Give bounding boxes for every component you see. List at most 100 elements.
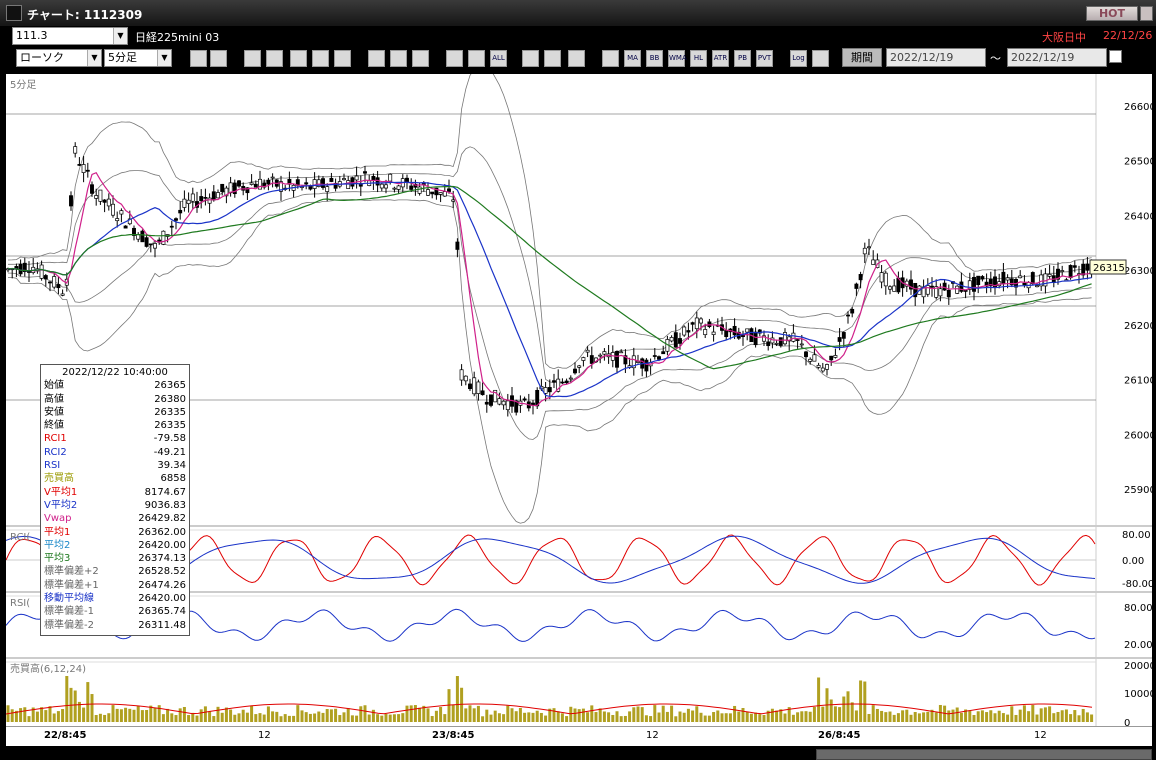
draw-line-icon[interactable]: [368, 50, 385, 67]
volume-bar: [350, 715, 354, 722]
wma-icon[interactable]: WMA: [668, 50, 687, 67]
volume-bar: [250, 705, 254, 722]
volume-bar: [972, 714, 976, 722]
info-value: -79.58: [153, 433, 186, 445]
candle-body: [946, 289, 951, 298]
info-row: 標準偏差+2 26528.52: [44, 565, 186, 578]
volume-bar: [367, 714, 371, 722]
volume-bar: [300, 710, 304, 722]
price-tick-label: 26100: [1124, 376, 1152, 387]
candle-body: [867, 246, 871, 249]
volume-bar: [640, 707, 644, 722]
grid-icon[interactable]: [602, 50, 619, 67]
volume-bar: [1001, 713, 1005, 722]
candle-body: [871, 259, 876, 265]
volume-bar: [208, 711, 212, 722]
info-value: 26365.74: [138, 606, 186, 618]
volume-bar: [140, 710, 144, 722]
hl-icon[interactable]: HL: [690, 50, 707, 67]
magnify-icon[interactable]: [266, 50, 283, 67]
bar-left-icon[interactable]: [446, 50, 463, 67]
interval-select[interactable]: 5分足 ▼: [104, 49, 172, 67]
chevron-down-icon[interactable]: ▼: [113, 28, 127, 44]
period-button[interactable]: 期間: [842, 48, 882, 67]
info-row: RCI2 -49.21: [44, 446, 186, 459]
volume-bar: [229, 709, 233, 722]
info-value: 8174.67: [144, 486, 186, 498]
bb-icon[interactable]: BB: [646, 50, 663, 67]
info-label: 標準偏差+2: [44, 566, 99, 578]
palette-icon[interactable]: [568, 50, 585, 67]
volume-bar: [560, 713, 564, 722]
alert-icon[interactable]: [312, 50, 329, 67]
volume-bar: [405, 705, 409, 722]
volume-bar: [187, 715, 191, 722]
candle-body: [451, 199, 456, 202]
close-button[interactable]: [1140, 6, 1153, 21]
volume-bar: [602, 711, 606, 722]
volume-bar: [770, 708, 774, 722]
volume-bar: [161, 714, 165, 722]
candle-body: [442, 191, 447, 197]
chevron-down-icon[interactable]: ▼: [157, 50, 171, 66]
volume-bar: [623, 715, 627, 722]
volume-bar: [485, 709, 489, 722]
hot-button[interactable]: HOT: [1086, 6, 1138, 21]
chart-icon[interactable]: [290, 50, 307, 67]
info-label: 標準偏差-2: [44, 619, 94, 631]
candle-body: [60, 293, 65, 296]
search-icon[interactable]: [190, 50, 207, 67]
end-date-checkbox[interactable]: [1109, 50, 1122, 63]
candle-body: [312, 179, 317, 189]
candle-body: [560, 381, 565, 384]
chart-type-select[interactable]: ローソク ▼: [16, 49, 102, 67]
date-from-field[interactable]: 2022/12/19: [886, 48, 986, 67]
candle-body: [854, 283, 859, 289]
candle-body: [703, 329, 708, 336]
candle-body: [602, 351, 607, 355]
rci-tick-label: 0.00: [1122, 556, 1144, 567]
volume-bar: [800, 711, 804, 722]
log-icon[interactable]: Log: [790, 50, 807, 67]
scrollbar-thumb[interactable]: [816, 749, 1152, 760]
price-tick-label: 25900: [1124, 485, 1152, 496]
ma-icon[interactable]: MA: [624, 50, 641, 67]
candle-body: [73, 146, 78, 154]
pointer-icon[interactable]: [390, 50, 407, 67]
atr-icon[interactable]: ATR: [712, 50, 729, 67]
volume-bar: [191, 712, 195, 722]
volume-bar: [607, 712, 611, 722]
chevron-down-icon[interactable]: ▼: [87, 50, 101, 66]
candle-body: [325, 186, 330, 192]
candle-body: [1005, 277, 1010, 281]
pb-icon[interactable]: PB: [734, 50, 751, 67]
volume-bar: [245, 712, 249, 722]
date-to-field[interactable]: 2022/12/19: [1007, 48, 1107, 67]
blank-icon[interactable]: [334, 50, 351, 67]
volume-bar: [703, 715, 707, 722]
crosshair-icon[interactable]: [210, 50, 227, 67]
volume-bar: [544, 715, 548, 722]
candle-body: [598, 354, 603, 357]
volume-bar: [392, 714, 396, 722]
volume-bar: [35, 711, 39, 722]
export-icon[interactable]: [812, 50, 829, 67]
arrow-icon[interactable]: [412, 50, 429, 67]
volume-bar: [1069, 714, 1073, 722]
candle-body: [216, 192, 220, 199]
brush-icon[interactable]: [544, 50, 561, 67]
bar-right-icon[interactable]: [468, 50, 485, 67]
volume-bar: [304, 712, 308, 722]
settings-icon[interactable]: [522, 50, 539, 67]
candle-body: [972, 276, 976, 292]
code-select[interactable]: 111.3 ▼: [12, 27, 128, 45]
volume-bar: [590, 705, 594, 722]
all-icon[interactable]: ALL: [490, 50, 507, 67]
candle-body: [39, 264, 44, 279]
volume-bar: [691, 710, 695, 722]
candle-body: [812, 354, 817, 362]
volume-bar: [577, 709, 581, 722]
zoom-icon[interactable]: [244, 50, 261, 67]
info-label: 売買高: [44, 473, 74, 485]
pvt-icon[interactable]: PVT: [756, 50, 773, 67]
